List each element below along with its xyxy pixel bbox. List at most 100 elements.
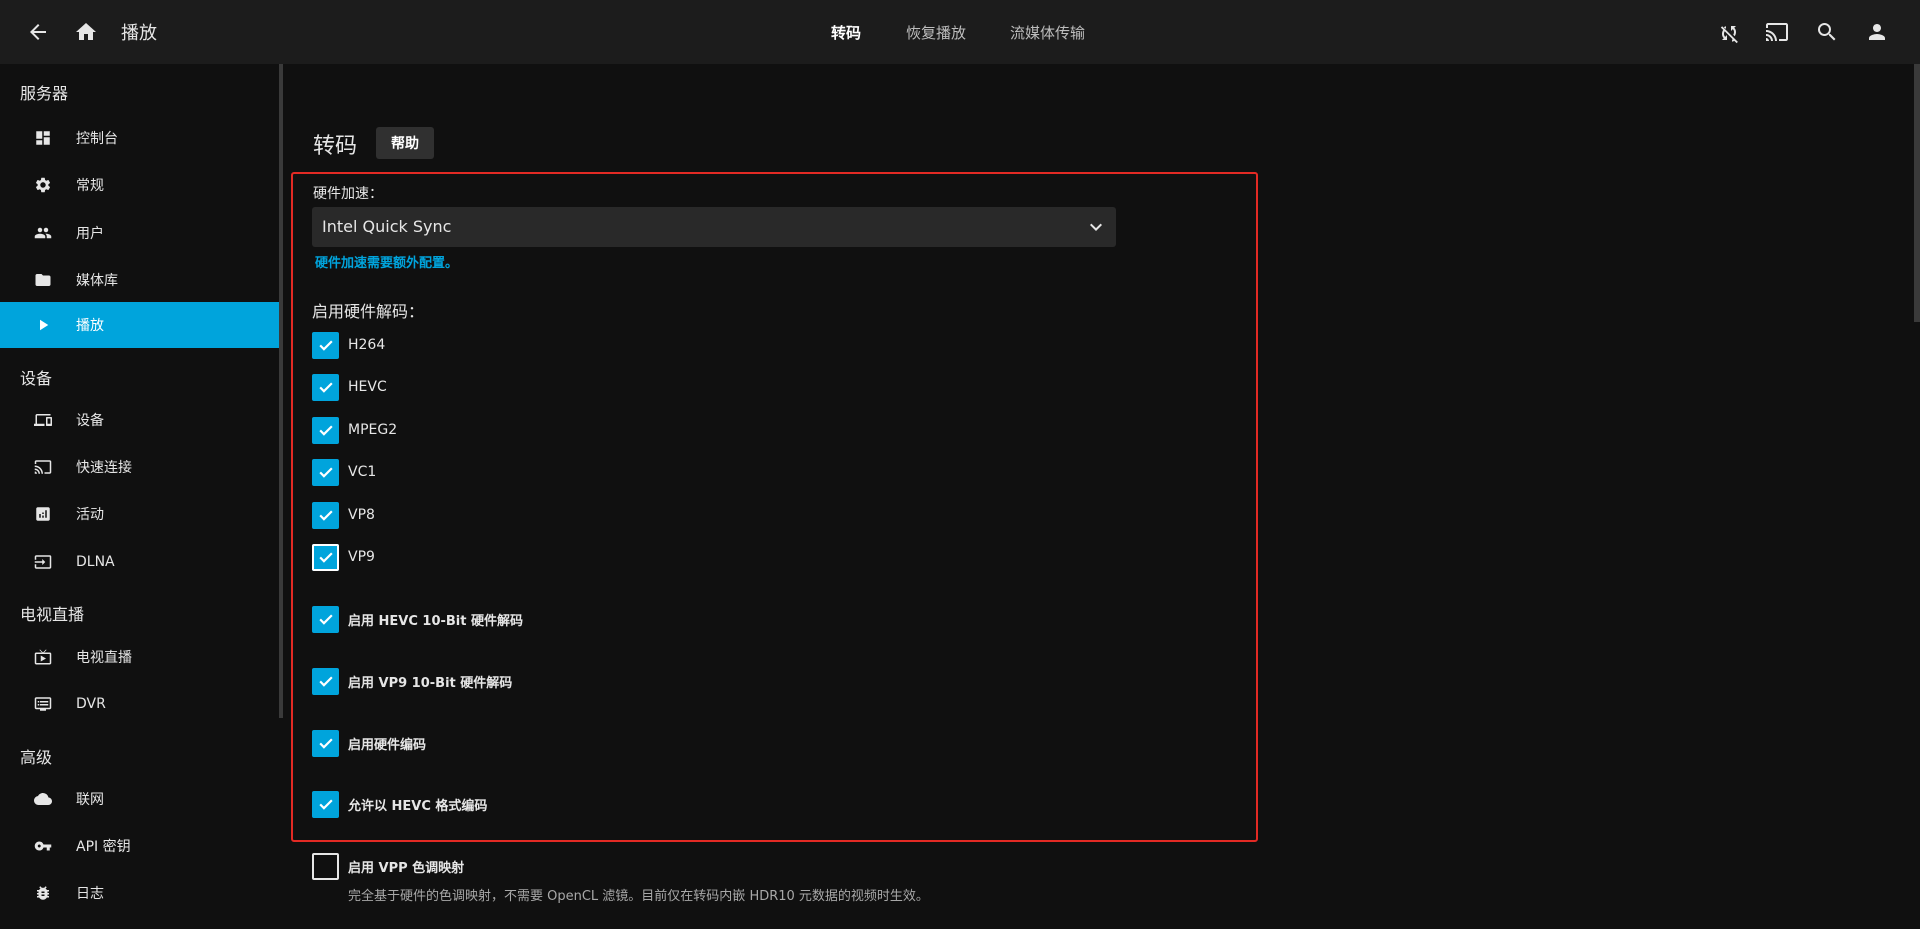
cloud-icon [33,789,53,809]
check-icon [318,425,333,436]
dashboard-icon [33,128,53,148]
checkbox-mpeg2[interactable]: MPEG2 [312,416,397,444]
highlight-box [291,172,1258,842]
sidebar-item-label: 日志 [76,886,104,902]
tab-transcoding[interactable]: 转码 [831,22,861,43]
analytics-icon [33,504,53,524]
hw-accel-config-link[interactable]: 硬件加速需要额外配置。 [315,252,458,271]
checkbox-label: 启用 VPP 色调映射 [348,860,465,876]
check-icon [318,738,333,749]
checkbox-checked[interactable] [312,331,339,359]
back-arrow-icon[interactable] [22,16,54,48]
sidebar-section-advanced: 高级 [20,748,53,767]
sidebar-item-dvr[interactable]: DVR [0,681,279,727]
sidebar-item-dashboard[interactable]: 控制台 [0,115,279,161]
checkbox-label: 启用硬件编码 [348,737,427,753]
sidebar-item-label: 设备 [76,413,104,429]
sidebar-item-quick-connect[interactable]: 快速连接 [0,444,279,490]
checkbox-checked[interactable] [312,790,339,818]
vpp-description: 完全基于硬件的色调映射，不需要 OpenCL 滤镜。目前仅在转码内嵌 HDR10… [348,889,929,904]
checkbox-h264[interactable]: H264 [312,331,385,359]
checkbox-vp9-10bit-decode[interactable]: 启用 VP9 10-Bit 硬件解码 [312,667,512,695]
user-account-icon[interactable] [1861,16,1893,48]
cast-icon[interactable] [1761,16,1793,48]
sidebar-item-live-tv[interactable]: 电视直播 [0,634,279,680]
checkbox-checked[interactable] [312,373,339,401]
sidebar-item-dlna[interactable]: DLNA [0,539,279,585]
key-icon [33,836,53,856]
checkbox-hevc-encode[interactable]: 允许以 HEVC 格式编码 [312,790,487,818]
live-tv-icon [33,647,53,667]
checkbox-label: VC1 [348,464,377,480]
checkbox-hevc-10bit-decode[interactable]: 启用 HEVC 10-Bit 硬件解码 [312,605,523,633]
check-icon [318,510,333,521]
checkbox-vp9[interactable]: VP9 [312,543,375,571]
sidebar-item-networking[interactable]: 联网 [0,776,279,822]
sidebar-item-logs[interactable]: 日志 [0,870,279,916]
checkbox-checked[interactable] [312,501,339,529]
checkbox-hw-encode[interactable]: 启用硬件编码 [312,729,426,757]
help-button[interactable]: 帮助 [376,127,434,159]
checkbox-label: VP8 [348,507,375,523]
sidebar-item-users[interactable]: 用户 [0,210,279,256]
sidebar-item-activity[interactable]: 活动 [0,491,279,537]
checkbox-label: VP9 [348,549,375,565]
checkbox-vc1[interactable]: VC1 [312,458,376,486]
checkbox-label: 允许以 HEVC 格式编码 [348,798,488,814]
sidebar-section-live-tv: 电视直播 [20,605,85,624]
checkbox-vpp-tonemap[interactable]: 启用 VPP 色调映射 [312,852,464,880]
sidebar-item-label: 活动 [76,507,104,523]
bug-icon [33,883,53,903]
home-icon[interactable] [70,16,102,48]
sidebar-item-label: 快速连接 [76,460,132,476]
dvr-icon [33,694,53,714]
top-bar: 播放 转码 恢复播放 流媒体传输 [0,0,1920,64]
search-icon[interactable] [1811,16,1843,48]
sidebar-item-playback[interactable]: 播放 [0,302,279,348]
check-icon [318,382,333,393]
sidebar-item-label: 播放 [76,318,104,334]
hw-accel-label: 硬件加速： [313,186,383,202]
checkbox-vp8[interactable]: VP8 [312,501,375,529]
sidebar-item-libraries[interactable]: 媒体库 [0,257,279,303]
chevron-down-icon [1084,215,1108,239]
checkbox-checked[interactable] [312,729,339,757]
hw-accel-selected-value: Intel Quick Sync [322,217,452,236]
checkbox-checked[interactable] [312,667,339,695]
sidebar-section-server: 服务器 [20,84,69,103]
checkbox-hevc[interactable]: HEVC [312,373,387,401]
check-icon [318,614,333,625]
page-header-title: 播放 [121,23,157,44]
sync-disabled-icon[interactable] [1712,16,1744,48]
check-icon [318,799,333,810]
checkbox-label: HEVC [348,379,387,395]
sidebar-scrollbar[interactable] [279,64,283,718]
sidebar-item-api-keys[interactable]: API 密钥 [0,823,279,869]
sidebar-item-label: DVR [76,696,106,712]
check-icon [318,467,333,478]
cast-connect-icon [33,457,53,477]
check-icon [318,676,333,687]
page-title: 转码 [313,134,358,159]
checkbox-unchecked[interactable] [312,852,339,880]
sidebar-section-devices: 设备 [20,369,53,388]
sidebar-item-label: 常规 [76,178,104,194]
sidebar: 服务器 控制台 常规 用户 媒体库 播放 设备 设备 快速连接 活动 DLNA … [0,64,279,929]
check-icon [318,552,333,563]
sidebar-item-devices[interactable]: 设备 [0,397,279,443]
check-icon [318,340,333,351]
tab-resume[interactable]: 恢复播放 [906,22,966,43]
sidebar-item-general[interactable]: 常规 [0,162,279,208]
gear-icon [33,175,53,195]
checkbox-label: H264 [348,337,386,353]
checkbox-checked[interactable] [312,543,339,571]
checkbox-label: MPEG2 [348,422,398,438]
sidebar-item-label: 媒体库 [76,273,118,289]
checkbox-checked[interactable] [312,458,339,486]
sidebar-item-label: DLNA [76,554,115,570]
tab-streaming[interactable]: 流媒体传输 [1010,22,1085,43]
checkbox-checked[interactable] [312,416,339,444]
hw-accel-select[interactable]: Intel Quick Sync [312,207,1116,247]
checkbox-checked[interactable] [312,605,339,633]
main-scrollbar[interactable] [1914,64,1920,322]
